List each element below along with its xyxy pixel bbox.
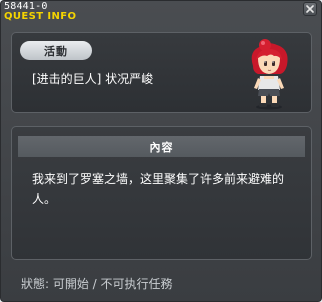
quest-info-window: 58441-0 QUEST INFO 活動 [进击的巨人] 状况严峻 內容 我来… <box>0 0 322 302</box>
content-header: 內容 <box>18 136 305 157</box>
window-title: QUEST INFO <box>4 11 77 22</box>
close-icon <box>306 5 314 13</box>
close-button[interactable] <box>303 2 317 16</box>
quest-content-panel: 內容 我来到了罗塞之墙，这里聚集了许多前来避难的人。 <box>11 126 312 260</box>
category-badge: 活動 <box>20 41 92 60</box>
quest-status: 狀態: 可開始 / 不可执行任務 <box>21 277 173 291</box>
quest-summary-panel: 活動 [进击的巨人] 状况严峻 <box>11 32 312 113</box>
quest-name: [进击的巨人] 状况严峻 <box>32 72 154 86</box>
content-text: 我来到了罗塞之墙，这里聚集了许多前来避难的人。 <box>32 172 285 206</box>
character-portrait <box>251 39 288 110</box>
